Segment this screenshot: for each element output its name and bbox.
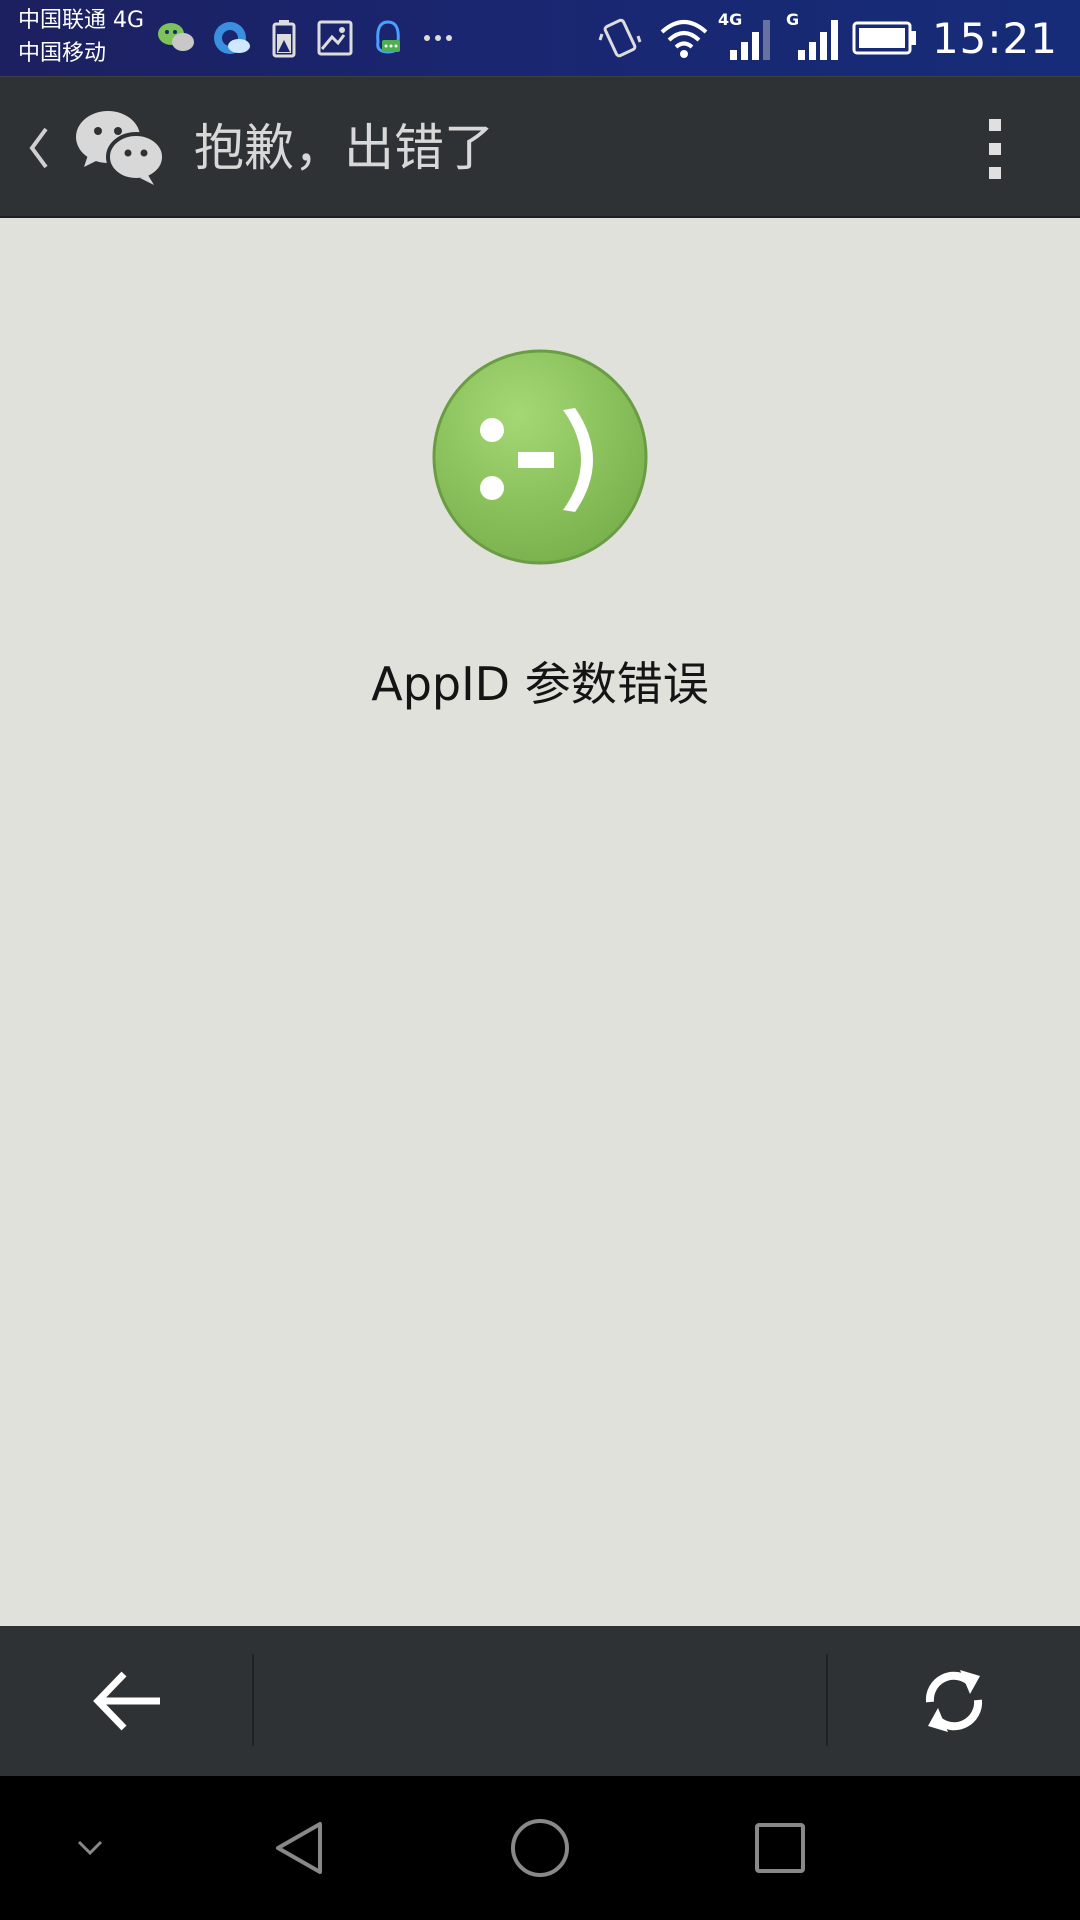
app-header: 抱歉，出错了 bbox=[0, 76, 1080, 218]
status-bar: 中国联通 4G 中国移动 4G G 15:21 bbox=[0, 0, 1080, 76]
refresh-icon[interactable] bbox=[918, 1662, 990, 1740]
qq-icon bbox=[376, 20, 400, 54]
signal-g-icon: G bbox=[784, 10, 842, 62]
browser-icon bbox=[214, 22, 250, 54]
more-dots-icon bbox=[424, 35, 452, 41]
toolbar-divider-right bbox=[826, 1654, 828, 1746]
content-area: AppID 参数错误 bbox=[0, 218, 1080, 1626]
navigation-bar bbox=[0, 1776, 1080, 1920]
system-status-icons: 4G G 15:21 bbox=[596, 10, 1080, 66]
wechat-icon bbox=[158, 23, 194, 51]
nav-recents-button[interactable] bbox=[740, 1776, 820, 1920]
carrier-primary: 中国联通 4G bbox=[18, 8, 145, 33]
wifi-icon bbox=[660, 20, 708, 58]
arrow-left-icon[interactable] bbox=[90, 1668, 162, 1734]
image-icon bbox=[317, 20, 353, 56]
carrier-secondary: 中国移动 bbox=[18, 41, 107, 66]
bottom-toolbar bbox=[0, 1626, 1080, 1776]
notification-icons bbox=[156, 16, 454, 60]
battery-warning-icon bbox=[272, 20, 296, 58]
wechat-logo-icon bbox=[76, 111, 166, 185]
vibrate-icon bbox=[598, 18, 642, 58]
nav-back-button[interactable] bbox=[260, 1776, 340, 1920]
smiley-face-icon bbox=[432, 349, 648, 565]
carrier-info: 中国联通 4G 中国移动 bbox=[18, 4, 144, 70]
battery-icon bbox=[852, 21, 916, 55]
toolbar-divider-left bbox=[252, 1654, 254, 1746]
home-circle-icon bbox=[511, 1819, 569, 1877]
back-triangle-icon bbox=[276, 1822, 322, 1874]
chevron-left-icon[interactable] bbox=[24, 121, 54, 175]
status-clock: 15:21 bbox=[931, 13, 1058, 63]
collapse-chevron-icon bbox=[77, 1840, 103, 1856]
nav-home-button[interactable] bbox=[500, 1776, 580, 1920]
nav-collapse-button[interactable] bbox=[60, 1776, 120, 1920]
page-title: 抱歉，出错了 bbox=[194, 119, 494, 177]
error-message: AppID 参数错误 bbox=[371, 657, 709, 711]
more-vertical-icon[interactable] bbox=[978, 113, 1012, 185]
signal-4g-icon: 4G bbox=[716, 10, 774, 62]
recents-square-icon bbox=[755, 1823, 805, 1873]
